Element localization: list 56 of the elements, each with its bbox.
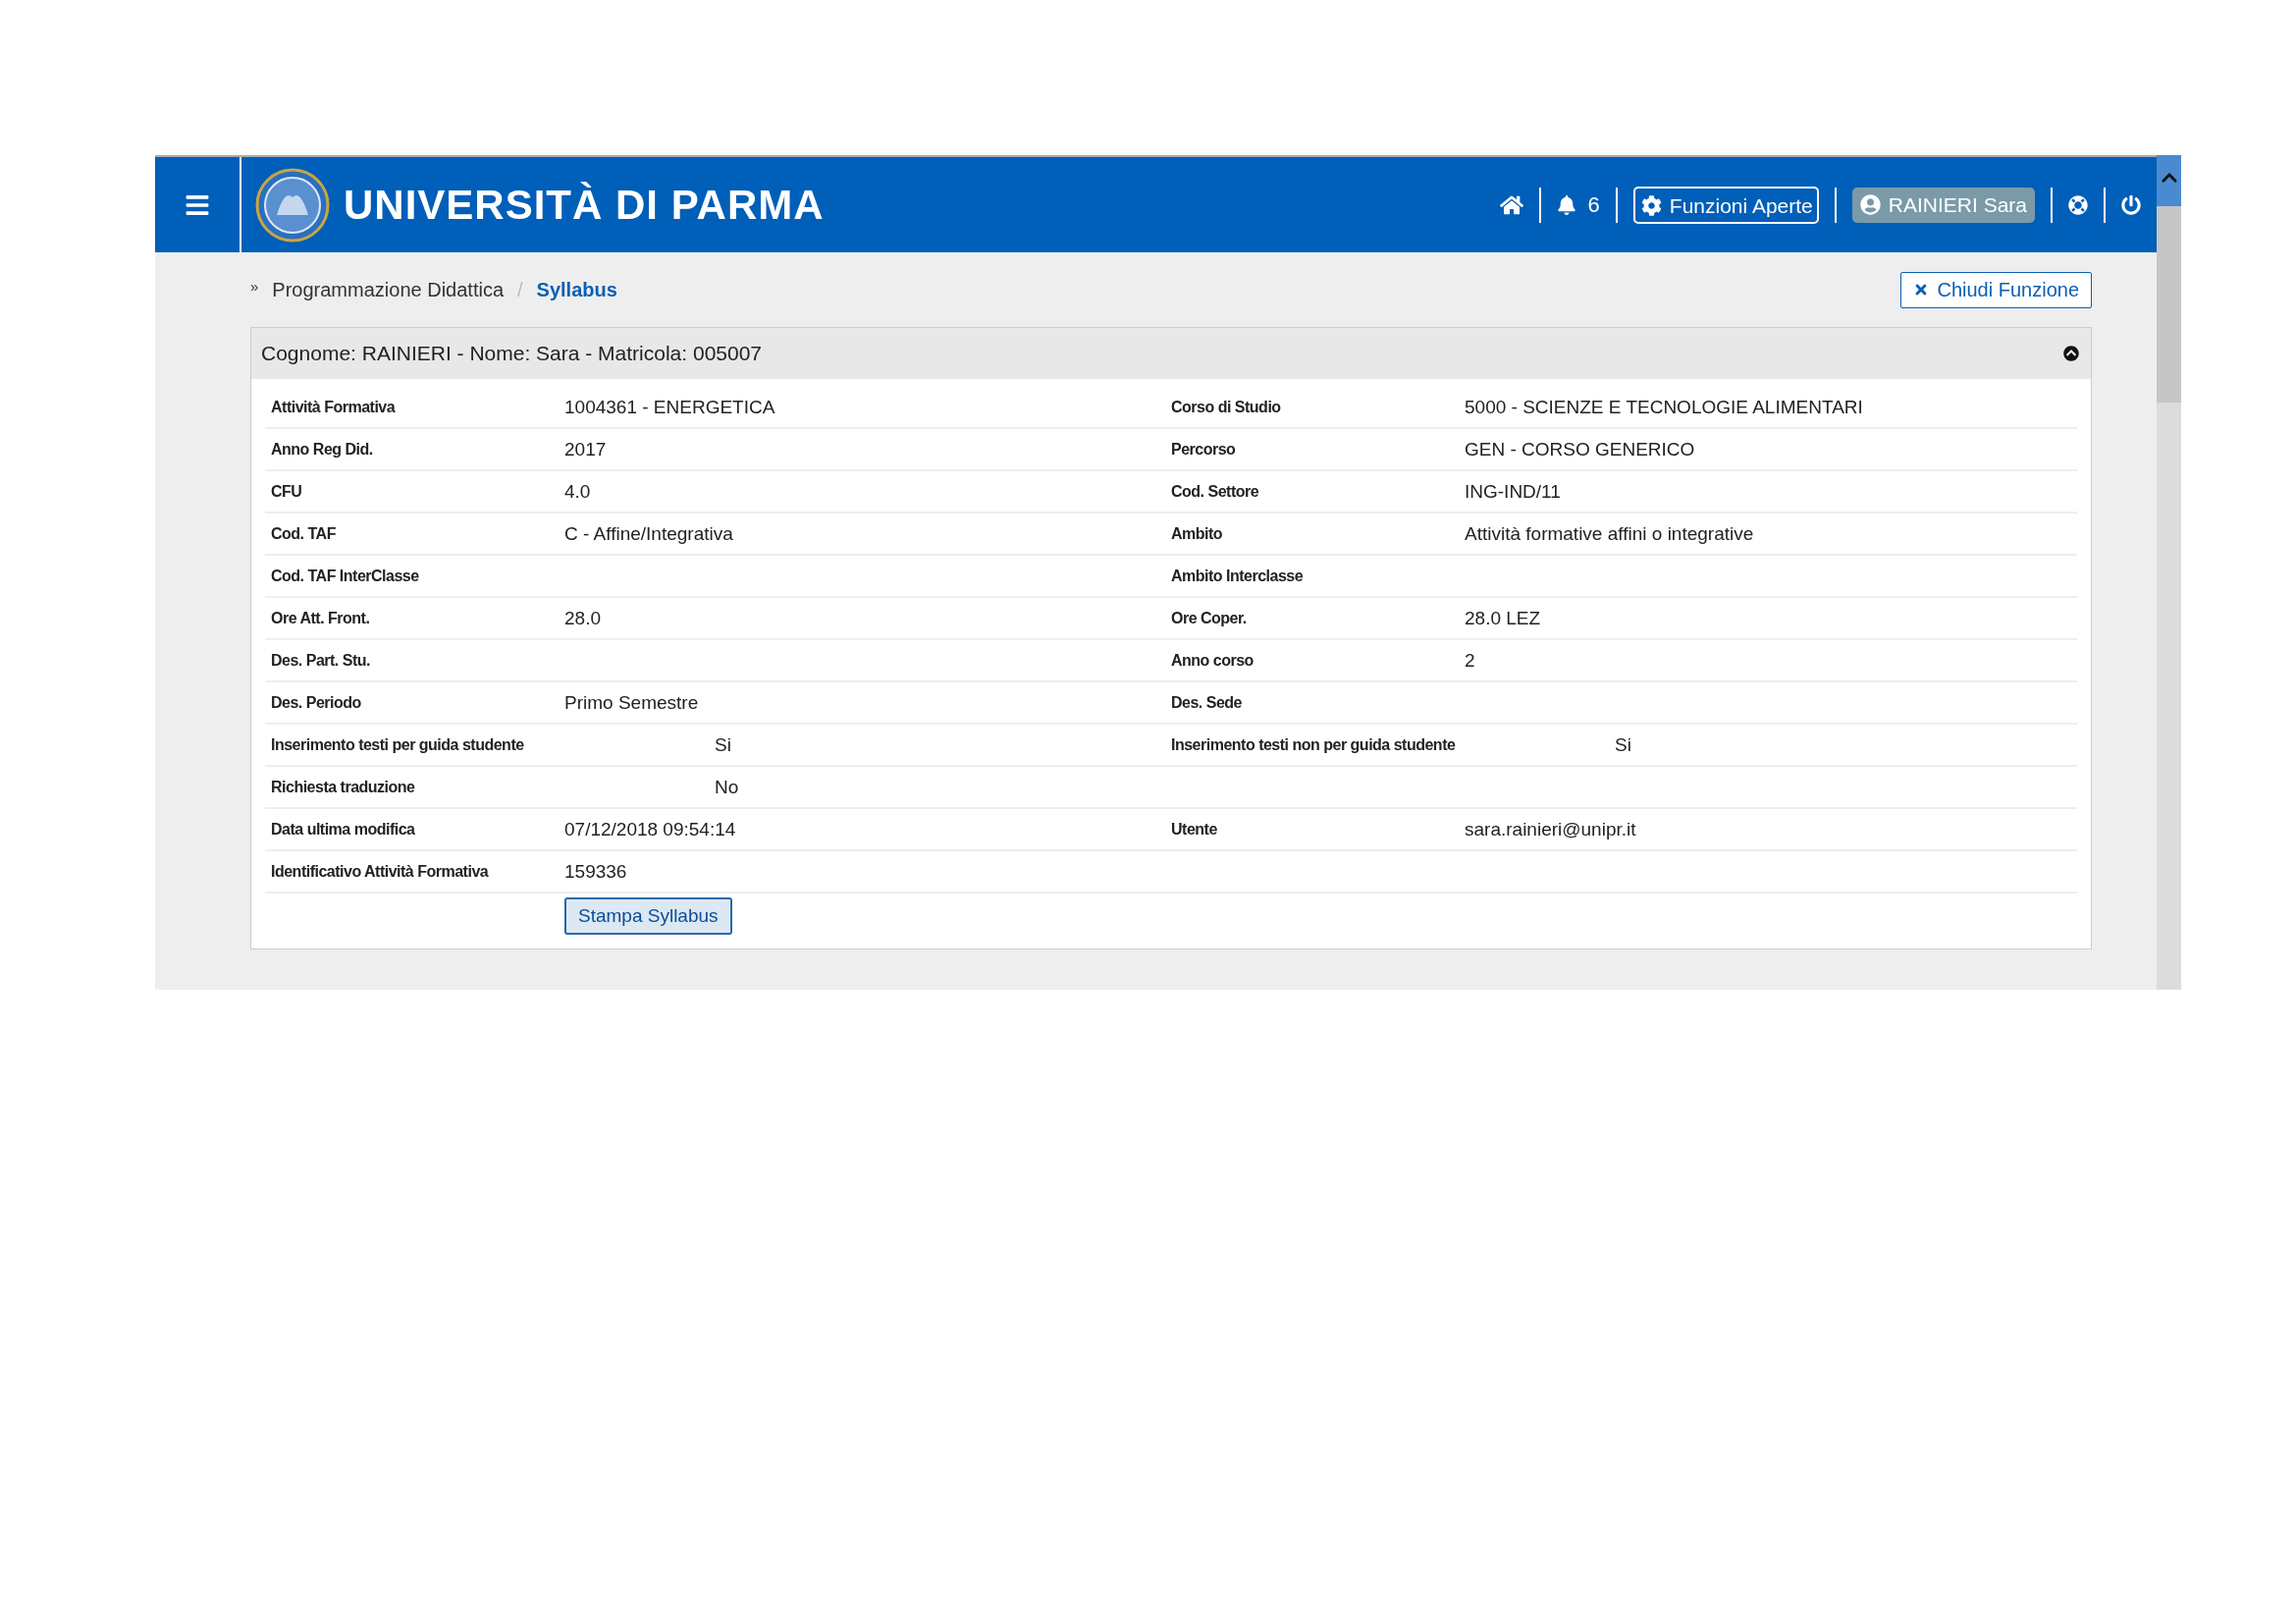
- field-label: Inserimento testi non per guida studente: [1171, 735, 1456, 754]
- field-value: GEN - CORSO GENERICO: [1465, 438, 1695, 460]
- field-label: Des. Periodo: [271, 693, 361, 712]
- breadcrumb-marker: »: [250, 277, 259, 295]
- collapse-icon[interactable]: [2063, 346, 2079, 361]
- bell-icon: [1556, 194, 1576, 215]
- field-value: 159336: [564, 860, 627, 883]
- field-label: Anno Reg Did.: [271, 440, 373, 459]
- scrollbar-thumb[interactable]: [2157, 206, 2181, 403]
- field-label: CFU: [271, 482, 302, 501]
- field-label: Anno corso: [1171, 651, 1254, 670]
- field-value: 2: [1465, 649, 1475, 672]
- field-value: 1004361 - ENERGETICA: [564, 396, 775, 418]
- breadcrumb-separator: /: [517, 278, 523, 301]
- gear-icon: [1640, 195, 1662, 216]
- field-value: 4.0: [564, 480, 591, 503]
- field-label: Richiesta traduzione: [271, 778, 415, 796]
- field-label: Identificativo Attività Formativa: [271, 862, 489, 881]
- user-icon: [1859, 194, 1881, 215]
- field-value: 07/12/2018 09:54:14: [564, 818, 736, 840]
- notifications-button[interactable]: 6: [1540, 191, 1616, 218]
- field-label: Ambito Interclasse: [1171, 567, 1304, 585]
- field-value: ING-IND/11: [1465, 480, 1561, 503]
- field-label: Des. Sede: [1171, 693, 1242, 712]
- field-label: Inserimento testi per guida studente: [271, 735, 524, 754]
- field-value: Primo Semestre: [564, 691, 699, 714]
- field-label: Percorso: [1171, 440, 1236, 459]
- print-syllabus-button[interactable]: Stampa Syllabus: [564, 897, 732, 935]
- close-function-button[interactable]: Chiudi Funzione: [1900, 271, 2092, 308]
- field-label: Attività Formativa: [271, 398, 396, 416]
- field-label: Utente: [1171, 820, 1217, 839]
- field-label: Cod. Settore: [1171, 482, 1259, 501]
- open-functions-button[interactable]: Funzioni Aperte: [1632, 186, 1819, 224]
- field-value: 28.0: [564, 607, 601, 629]
- field-value: Si: [1615, 733, 1631, 756]
- field-value: C - Affine/Integrativa: [564, 522, 733, 545]
- field-value: No: [715, 776, 739, 798]
- breadcrumb-link[interactable]: Syllabus: [536, 278, 617, 301]
- field-label: Ore Att. Front.: [271, 609, 370, 627]
- breadcrumb-link[interactable]: Programmazione Didattica: [272, 278, 504, 301]
- field-label: Ambito: [1171, 524, 1223, 543]
- field-value: 28.0 LEZ: [1465, 607, 1541, 629]
- field-label: Ore Coper.: [1171, 609, 1247, 627]
- field-value: Attività formative affini o integrative: [1465, 522, 1754, 545]
- field-value: Si: [715, 733, 731, 756]
- scrollbar[interactable]: [2157, 155, 2181, 990]
- field-value: 5000 - SCIENZE E TECNOLOGIE ALIMENTARI: [1465, 396, 1863, 418]
- field-label: Corso di Studio: [1171, 398, 1281, 416]
- field-label: Des. Part. Stu.: [271, 651, 370, 670]
- panel-title: Cognome: RAINIERI - Nome: Sara - Matricola: 005007: [261, 342, 763, 365]
- field-value: 2017: [564, 438, 607, 460]
- field-label: Cod. TAF: [271, 524, 336, 543]
- field-label: Cod. TAF InterClasse: [271, 567, 419, 585]
- university-title: UNIVERSITÀ DI PARMA: [344, 181, 825, 229]
- field-label: Data ultima modifica: [271, 820, 415, 839]
- field-value: sara.rainieri@unipr.it: [1465, 818, 1636, 840]
